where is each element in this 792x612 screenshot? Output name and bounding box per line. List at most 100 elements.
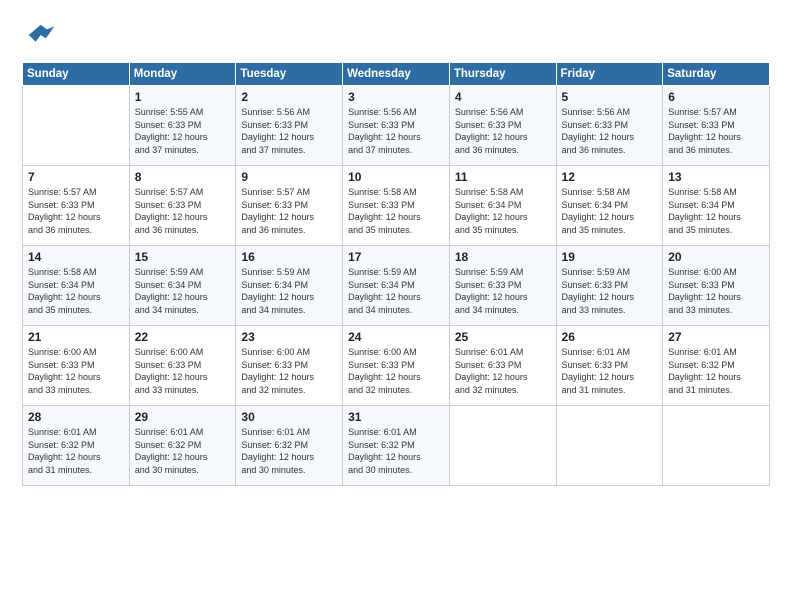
day-number: 9 — [241, 170, 338, 184]
day-cell: 2Sunrise: 5:56 AM Sunset: 6:33 PM Daylig… — [236, 86, 343, 166]
day-cell — [23, 86, 130, 166]
day-info: Sunrise: 5:56 AM Sunset: 6:33 PM Dayligh… — [562, 106, 659, 156]
day-cell: 6 Sunrise: 5:57 AM Sunset: 6:33 PM Daylig… — [663, 86, 770, 166]
day-info: Sunrise: 5:57 AM Sunset: 6:33 PM Dayligh… — [135, 186, 232, 236]
day-number: 8 — [135, 170, 232, 184]
week-row-3: 14 Sunrise: 5:58 AM Sunset: 6:34 PM Dayli… — [23, 246, 770, 326]
day-cell: 31 Sunrise: 6:01 AM Sunset: 6:32 PM Dayli… — [343, 406, 450, 486]
day-cell — [556, 406, 663, 486]
day-info: Sunrise: 6:01 AM Sunset: 6:32 PM Dayligh… — [348, 426, 445, 476]
day-number: 19 — [562, 250, 659, 264]
day-cell: 16 Sunrise: 5:59 AM Sunset: 6:34 PM Dayli… — [236, 246, 343, 326]
day-cell: 25 Sunrise: 6:01 AM Sunset: 6:33 PM Dayli… — [449, 326, 556, 406]
day-cell: 1 Sunrise: 5:55 AM Sunset: 6:33 PM Daylig… — [129, 86, 236, 166]
day-number: 17 — [348, 250, 445, 264]
day-cell: 12 Sunrise: 5:58 AM Sunset: 6:34 PM Dayli… — [556, 166, 663, 246]
day-cell: 29 Sunrise: 6:01 AM Sunset: 6:32 PM Dayli… — [129, 406, 236, 486]
day-info: Sunrise: 6:01 AM Sunset: 6:32 PM Dayligh… — [241, 426, 338, 476]
day-info: Sunrise: 6:01 AM Sunset: 6:33 PM Dayligh… — [455, 346, 552, 396]
day-cell: 10 Sunrise: 5:58 AM Sunset: 6:33 PM Dayli… — [343, 166, 450, 246]
day-number: 1 — [135, 90, 232, 104]
day-number: 7 — [28, 170, 125, 184]
day-info: Sunrise: 5:59 AM Sunset: 6:33 PM Dayligh… — [455, 266, 552, 316]
day-cell — [449, 406, 556, 486]
day-info: Sunrise: 5:58 AM Sunset: 6:34 PM Dayligh… — [28, 266, 125, 316]
day-number: 21 — [28, 330, 125, 344]
day-number: 29 — [135, 410, 232, 424]
day-cell: 21Sunrise: 6:00 AM Sunset: 6:33 PM Dayli… — [23, 326, 130, 406]
day-cell: 7 Sunrise: 5:57 AM Sunset: 6:33 PM Daylig… — [23, 166, 130, 246]
day-info: Sunrise: 5:58 AM Sunset: 6:34 PM Dayligh… — [562, 186, 659, 236]
day-info: Sunrise: 5:56 AM Sunset: 6:33 PM Dayligh… — [241, 106, 338, 156]
day-cell: 18 Sunrise: 5:59 AM Sunset: 6:33 PM Dayli… — [449, 246, 556, 326]
week-row-4: 21 Sunrise: 6:00 AM Sunset: 6:33 PM Dayli… — [23, 326, 770, 406]
day-number: 22 — [135, 330, 232, 344]
day-info: Sunrise: 5:58 AM Sunset: 6:33 PM Dayligh… — [348, 186, 445, 236]
day-info: Sunrise: 5:57 AM Sunset: 6:33 PM Dayligh… — [28, 186, 125, 236]
day-info: Sunrise: 5:57 AM Sunset: 6:33 PM Dayligh… — [241, 186, 338, 236]
header-cell-monday: Monday — [129, 63, 236, 86]
day-number: 14 — [28, 250, 125, 264]
page: SundayMondayTuesdayWednesdayThursdayFrid… — [0, 0, 792, 612]
day-number: 30 — [241, 410, 338, 424]
header-cell-tuesday: Tuesday — [236, 63, 343, 86]
day-info: Sunrise: 5:55 AM Sunset: 6:33 PM Dayligh… — [135, 106, 232, 156]
day-info: Sunrise: 6:01 AM Sunset: 6:32 PM Dayligh… — [28, 426, 125, 476]
day-cell: 19 Sunrise: 5:59 AM Sunset: 6:33 PM Dayli… — [556, 246, 663, 326]
day-info: Sunrise: 6:01 AM Sunset: 6:32 PM Dayligh… — [135, 426, 232, 476]
day-info: Sunrise: 5:56 AM Sunset: 6:33 PM Dayligh… — [348, 106, 445, 156]
day-cell: 17 Sunrise: 5:59 AM Sunset: 6:34 PM Dayli… — [343, 246, 450, 326]
day-info: Sunrise: 5:57 AM Sunset: 6:33 PM Dayligh… — [668, 106, 765, 156]
day-info: Sunrise: 5:58 AM Sunset: 6:34 PM Dayligh… — [668, 186, 765, 236]
logo-icon — [22, 18, 56, 52]
week-row-1: 1 Sunrise: 5:55 AM Sunset: 6:33 PM Daylig… — [23, 86, 770, 166]
day-number: 13 — [668, 170, 765, 184]
day-cell: 27Sunrise: 6:01 AM Sunset: 6:32 PM Dayli… — [663, 326, 770, 406]
day-cell: 13 Sunrise: 5:58 AM Sunset: 6:34 PM Dayli… — [663, 166, 770, 246]
day-cell: 11 Sunrise: 5:58 AM Sunset: 6:34 PM Dayli… — [449, 166, 556, 246]
week-row-5: 28 Sunrise: 6:01 AM Sunset: 6:32 PM Dayli… — [23, 406, 770, 486]
header-cell-thursday: Thursday — [449, 63, 556, 86]
day-number: 5 — [562, 90, 659, 104]
header-cell-wednesday: Wednesday — [343, 63, 450, 86]
day-number: 24 — [348, 330, 445, 344]
day-info: Sunrise: 5:56 AM Sunset: 6:33 PM Dayligh… — [455, 106, 552, 156]
day-info: Sunrise: 5:59 AM Sunset: 6:34 PM Dayligh… — [348, 266, 445, 316]
week-row-2: 7 Sunrise: 5:57 AM Sunset: 6:33 PM Daylig… — [23, 166, 770, 246]
day-cell: 20 Sunrise: 6:00 AM Sunset: 6:33 PM Dayli… — [663, 246, 770, 326]
day-cell: 23 Sunrise: 6:00 AM Sunset: 6:33 PM Dayli… — [236, 326, 343, 406]
day-cell: 30 Sunrise: 6:01 AM Sunset: 6:32 PM Dayli… — [236, 406, 343, 486]
header-cell-friday: Friday — [556, 63, 663, 86]
day-number: 31 — [348, 410, 445, 424]
day-number: 16 — [241, 250, 338, 264]
day-number: 20 — [668, 250, 765, 264]
day-info: Sunrise: 6:00 AM Sunset: 6:33 PM Dayligh… — [668, 266, 765, 316]
day-number: 26 — [562, 330, 659, 344]
day-info: Sunrise: 5:59 AM Sunset: 6:33 PM Dayligh… — [562, 266, 659, 316]
day-number: 3 — [348, 90, 445, 104]
day-number: 18 — [455, 250, 552, 264]
day-number: 6 — [668, 90, 765, 104]
calendar-table: SundayMondayTuesdayWednesdayThursdayFrid… — [22, 62, 770, 486]
day-info: Sunrise: 6:01 AM Sunset: 6:33 PM Dayligh… — [562, 346, 659, 396]
day-cell: 24Sunrise: 6:00 AM Sunset: 6:33 PM Dayli… — [343, 326, 450, 406]
day-number: 15 — [135, 250, 232, 264]
day-info: Sunrise: 5:58 AM Sunset: 6:34 PM Dayligh… — [455, 186, 552, 236]
day-cell: 28 Sunrise: 6:01 AM Sunset: 6:32 PM Dayli… — [23, 406, 130, 486]
header-cell-sunday: Sunday — [23, 63, 130, 86]
header-row: SundayMondayTuesdayWednesdayThursdayFrid… — [23, 63, 770, 86]
day-info: Sunrise: 6:00 AM Sunset: 6:33 PM Dayligh… — [241, 346, 338, 396]
day-number: 12 — [562, 170, 659, 184]
day-info: Sunrise: 5:59 AM Sunset: 6:34 PM Dayligh… — [241, 266, 338, 316]
day-number: 25 — [455, 330, 552, 344]
day-cell: 14 Sunrise: 5:58 AM Sunset: 6:34 PM Dayli… — [23, 246, 130, 326]
day-number: 28 — [28, 410, 125, 424]
day-number: 23 — [241, 330, 338, 344]
day-number: 10 — [348, 170, 445, 184]
day-cell: 26 Sunrise: 6:01 AM Sunset: 6:33 PM Dayli… — [556, 326, 663, 406]
day-number: 11 — [455, 170, 552, 184]
day-cell: 8 Sunrise: 5:57 AM Sunset: 6:33 PM Daylig… — [129, 166, 236, 246]
day-number: 27 — [668, 330, 765, 344]
day-cell: 15Sunrise: 5:59 AM Sunset: 6:34 PM Dayli… — [129, 246, 236, 326]
day-cell: 3 Sunrise: 5:56 AM Sunset: 6:33 PM Daylig… — [343, 86, 450, 166]
